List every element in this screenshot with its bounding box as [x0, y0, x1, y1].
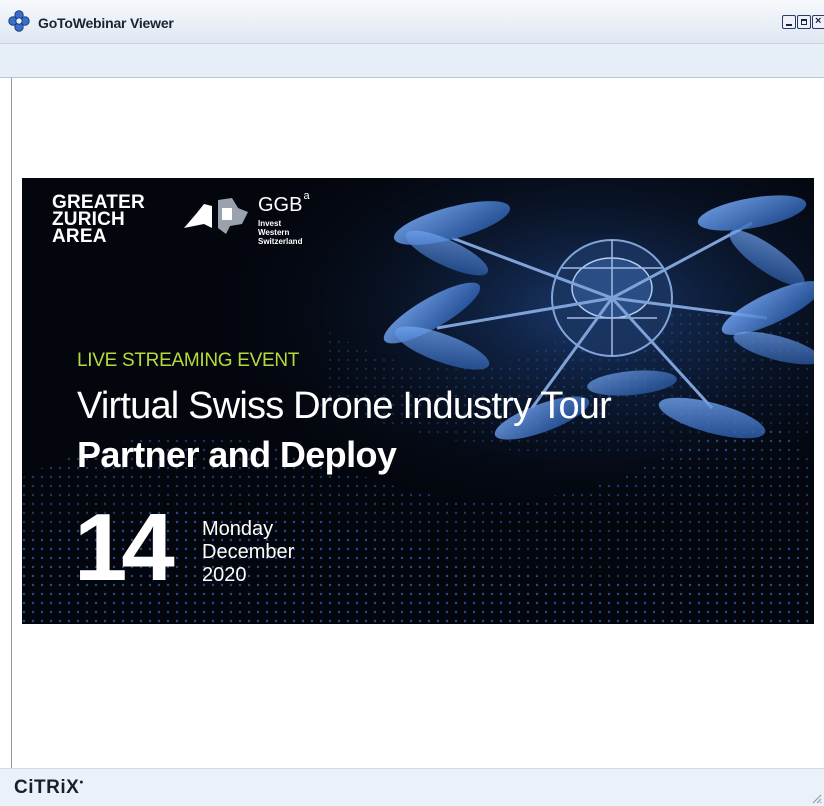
citrix-logo: CiTRiX● [14, 777, 85, 798]
greater-zurich-area-logo: GREATER ZURICH AREA [52, 193, 145, 247]
ggb-sub-line: Invest [258, 219, 282, 228]
ggb-superscript: a [303, 190, 310, 202]
slide-title: Virtual Swiss Drone Industry Tour [77, 385, 612, 427]
ggb-map-logo-icon [184, 198, 248, 234]
logo-gza-line: AREA [52, 226, 107, 247]
window-title: GoToWebinar Viewer [38, 15, 174, 31]
ggb-name: GGB [258, 194, 303, 216]
maximize-icon [801, 19, 807, 25]
shared-slide: GREATER ZURICH AREA GGBa Invest Western … [22, 178, 814, 624]
close-icon: × [815, 15, 822, 27]
event-date-details: Monday December 2020 [202, 518, 294, 587]
ggb-sub-line: Switzerland [258, 237, 303, 246]
gotowebinar-flower-icon [8, 10, 30, 32]
window-titlebar[interactable]: GoToWebinar Viewer × [0, 0, 824, 44]
minimize-button[interactable] [782, 15, 796, 29]
citrix-brand: CiTRiX [14, 777, 80, 798]
event-type-label: LIVE STREAMING EVENT [77, 350, 300, 371]
ggb-logo-subtitle: Invest Western Switzerland [258, 219, 302, 246]
toolbar-strip [0, 44, 824, 78]
slide-subtitle: Partner and Deploy [77, 434, 397, 475]
resize-grip-icon[interactable] [812, 794, 822, 804]
ggb-logo-title: GGBa [258, 190, 310, 217]
maximize-button[interactable] [797, 15, 811, 29]
event-day-number: 14 [74, 494, 175, 601]
minimize-icon [786, 24, 792, 26]
close-button[interactable]: × [812, 15, 824, 29]
event-month: December [202, 541, 295, 563]
viewer-footer: CiTRiX● [0, 768, 824, 806]
event-year: 2020 [202, 564, 247, 586]
ggb-sub-line: Western [258, 228, 290, 237]
event-weekday: Monday [202, 518, 274, 540]
